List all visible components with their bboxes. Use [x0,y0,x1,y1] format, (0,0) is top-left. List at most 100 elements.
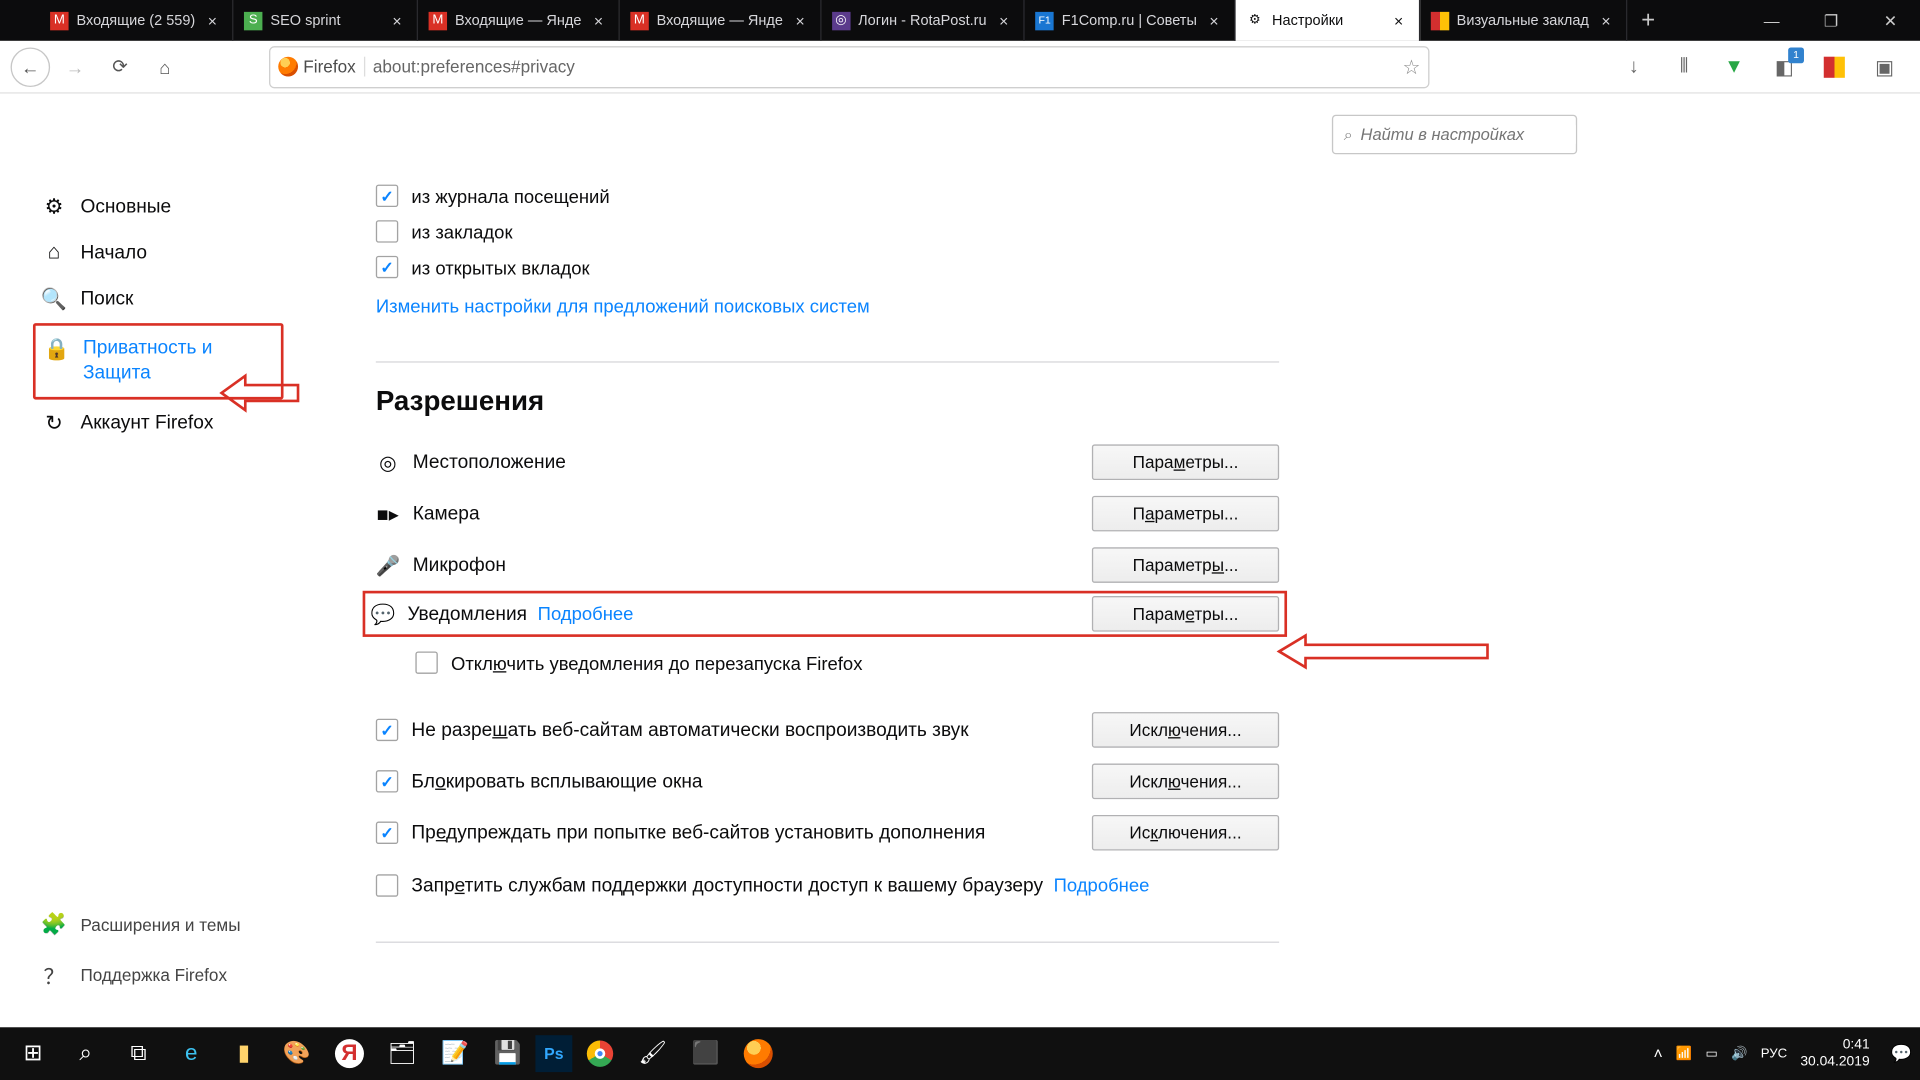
taskbar-apps: ⊞ ⌕ ⧉ e ▮ 🎨 Я 🗂 📝 💾 Ps 🖌 ⬛ [8,1031,783,1076]
forward-button[interactable]: → [55,47,95,87]
url-bar[interactable]: Firefox about:preferences#privacy ☆ [269,45,1429,87]
checkbox-history[interactable]: из журнала посещений [376,178,1279,214]
close-icon[interactable]: × [1205,11,1223,29]
mail-icon: M [630,11,648,29]
minimize-button[interactable]: — [1742,0,1801,41]
location-settings-button[interactable]: Параметры... [1092,444,1279,480]
microphone-settings-button[interactable]: Параметры... [1092,547,1279,583]
app-icon[interactable]: 🗂 [377,1031,427,1076]
volume-icon[interactable]: 🔊 [1731,1046,1747,1061]
gear-icon: ⚙ [41,194,67,220]
sidebar-item-extensions[interactable]: 🧩Расширения и темы [33,901,248,948]
accessibility-more-link[interactable]: Подробнее [1054,874,1150,895]
settings-search[interactable]: ⌕ [1332,115,1577,155]
addons-exceptions-button[interactable]: Исключения... [1092,815,1279,851]
library-icon[interactable]: ⫴ [1669,52,1698,81]
tab[interactable]: F1F1Comp.ru | Советы× [1025,0,1235,41]
camera-settings-button[interactable]: Параметры... [1092,496,1279,532]
system-tray: ˄ 📶 ▭ 🔊 РУС 0:41 30.04.2019 💬 [1653,1037,1912,1070]
home-button[interactable]: ⌂ [145,47,185,87]
settings-search-input[interactable] [1361,125,1576,143]
permissions-heading: Разрешения [376,386,1279,418]
close-icon[interactable]: × [1389,11,1407,29]
maximize-button[interactable]: ❐ [1801,0,1860,41]
content: ⚙Основные ⌂Начало 🔍Поиск 🔒Приватность и … [0,94,1920,1028]
separator [376,942,1279,943]
sidebar-item-search[interactable]: 🔍Поиск [33,276,284,323]
sidebar-footer: 🧩Расширения и темы ？Поддержка Firefox [33,901,248,1001]
close-window-button[interactable]: ✕ [1861,0,1920,41]
checkbox-disable-notifications[interactable]: Отключить уведомления до перезапуска Fir… [415,645,1279,681]
notifications-more-link[interactable]: Подробнее [538,603,634,624]
sidebar-item-support[interactable]: ？Поддержка Firefox [33,948,248,1001]
permission-notifications: 💬 Уведомления Подробнее Параметры... [363,591,1287,637]
popups-exceptions-button[interactable]: Исключения... [1092,764,1279,800]
annotation-arrow [222,371,301,416]
firefox-taskbar-icon[interactable] [733,1031,783,1076]
app-icon[interactable]: ⬛ [680,1031,730,1076]
back-button[interactable]: ← [11,47,51,87]
autoplay-exceptions-button[interactable]: Исключения... [1092,712,1279,748]
checkbox-icon[interactable] [376,822,398,844]
tab[interactable]: MВходящие — Янде× [418,0,620,41]
close-icon[interactable]: × [791,11,809,29]
chrome-icon[interactable] [575,1031,625,1076]
app-icon[interactable]: 🎨 [272,1031,322,1076]
permission-accessibility: Запретить службам поддержки доступности … [376,866,1279,904]
tab[interactable]: SSEO sprint× [233,0,418,41]
yandex-icon[interactable] [1820,52,1849,81]
close-icon[interactable]: × [1597,11,1615,29]
new-tab-button[interactable]: + [1627,0,1669,41]
tray-chevron-icon[interactable]: ˄ [1653,1044,1662,1062]
main-panel: ⌕ из журнала посещений из закладок из от… [284,94,1920,1028]
language-indicator[interactable]: РУС [1761,1046,1787,1061]
permission-camera: ■▸ Камера Параметры... [376,488,1279,539]
sidebar-toggle-icon[interactable]: ▣ [1870,52,1899,81]
notifications-settings-button[interactable]: Параметры... [1092,596,1279,632]
task-view-button[interactable]: ⧉ [113,1031,163,1076]
explorer-icon[interactable]: ▮ [219,1031,269,1076]
checkbox-opentabs[interactable]: из открытых вкладок [376,249,1279,285]
battery-icon[interactable]: ▭ [1705,1046,1717,1061]
identity-box: Firefox [278,57,365,77]
gear-icon: ⚙ [1246,11,1264,29]
search-button[interactable]: ⌕ [61,1031,111,1076]
app-icon[interactable]: 💾 [483,1031,533,1076]
change-search-settings-link[interactable]: Изменить настройки для предложений поиск… [376,295,870,316]
close-icon[interactable]: × [203,11,221,29]
checkbox-icon[interactable] [376,770,398,792]
close-icon[interactable]: × [589,11,607,29]
tab[interactable]: MВходящие — Янде× [620,0,822,41]
sidebar-item-home[interactable]: ⌂Начало [33,231,284,276]
downloads-icon[interactable]: ↓ [1619,52,1648,81]
savefrom-icon[interactable]: ▼ [1720,52,1749,81]
reload-button[interactable]: ⟳ [100,47,140,87]
tab-active[interactable]: ⚙Настройки× [1235,0,1420,41]
taskbar: ⊞ ⌕ ⧉ e ▮ 🎨 Я 🗂 📝 💾 Ps 🖌 ⬛ ˄ 📶 ▭ 🔊 РУС 0… [0,1027,1920,1080]
permission-location: ◎ Местоположение Параметры... [376,436,1279,487]
sidebar-item-general[interactable]: ⚙Основные [33,183,284,230]
bookmark-star-icon[interactable]: ☆ [1402,55,1420,79]
start-button[interactable]: ⊞ [8,1031,58,1076]
pocket-icon[interactable]: ◧1 [1770,52,1799,81]
checkbox-bookmarks[interactable]: из закладок [376,214,1279,250]
tab[interactable]: Визуальные заклад× [1420,0,1627,41]
action-center-icon[interactable]: 💬 [1891,1043,1912,1064]
tab[interactable]: MВходящие (2 559)× [40,0,234,41]
checkbox-icon[interactable] [376,719,398,741]
checkbox-icon[interactable] [376,874,398,896]
close-icon[interactable]: × [995,11,1013,29]
clock[interactable]: 0:41 30.04.2019 [1800,1037,1877,1070]
wifi-icon[interactable]: 📶 [1676,1046,1692,1061]
edge-icon[interactable]: e [166,1031,216,1076]
lock-icon: 🔒 [44,336,70,362]
permission-popups: Блокировать всплывающие окна Исключения.… [376,756,1279,807]
app-icon[interactable]: 📝 [430,1031,480,1076]
photoshop-icon[interactable]: Ps [535,1035,572,1072]
app-icon[interactable]: 🖌 [628,1031,678,1076]
yandex-browser-icon[interactable]: Я [324,1031,374,1076]
search-icon: ⌕ [1344,125,1353,145]
permission-addons: Предупреждать при попытке веб-сайтов уст… [376,807,1279,858]
tab[interactable]: ◎Логин - RotaPost.ru× [821,0,1025,41]
close-icon[interactable]: × [388,11,406,29]
